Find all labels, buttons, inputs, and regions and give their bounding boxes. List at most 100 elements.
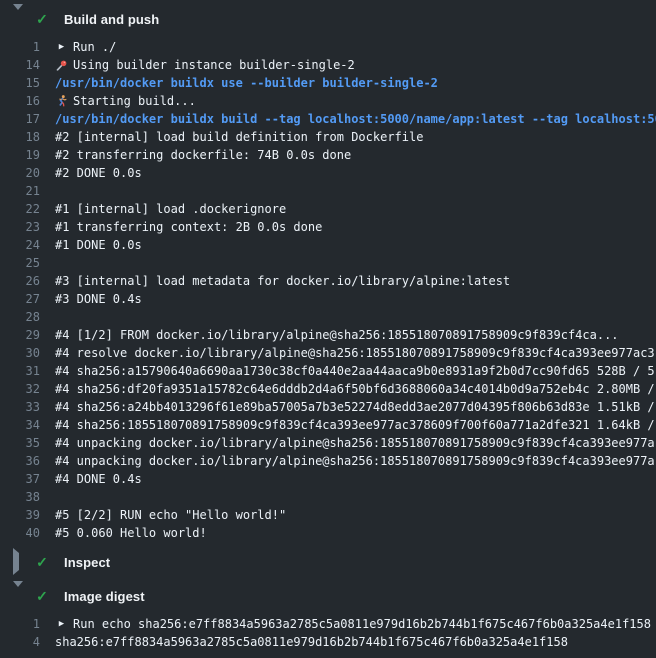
log-group: ✓ Image digest 1 ▶ Run echo sha256:e7ff88… [0, 586, 656, 651]
log-line[interactable]: 15 /usr/bin/docker buildx use --builder … [0, 74, 656, 92]
line-text: /usr/bin/docker buildx build --tag local… [55, 110, 656, 128]
line-number[interactable]: 15 [0, 74, 40, 92]
log-line[interactable]: 35 #4 unpacking docker.io/library/alpine… [0, 434, 656, 452]
line-number[interactable]: 17 [0, 110, 40, 128]
log-line[interactable]: 29 #4 [1/2] FROM docker.io/library/alpin… [0, 326, 656, 344]
line-text: #1 DONE 0.0s [55, 236, 142, 254]
line-number[interactable]: 35 [0, 434, 40, 452]
log-line[interactable]: 4 sha256:e7ff8834a5963a2785c5a0811e979d1… [0, 633, 656, 651]
log-line[interactable]: 31 #4 sha256:a15790640a6690aa1730c38cf0a… [0, 362, 656, 380]
line-number[interactable]: 29 [0, 326, 40, 344]
line-number[interactable]: 1 [0, 615, 40, 633]
line-number[interactable]: 38 [0, 488, 40, 506]
line-number[interactable]: 1 [0, 38, 40, 56]
log-line[interactable]: 17 /usr/bin/docker buildx build --tag lo… [0, 110, 656, 128]
line-number[interactable]: 22 [0, 200, 40, 218]
log-line[interactable]: 40 #5 0.060 Hello world! [0, 524, 656, 542]
line-number[interactable]: 32 [0, 380, 40, 398]
log-group-header[interactable]: ✓ Image digest [0, 586, 656, 606]
pushpin-icon [55, 58, 68, 72]
log-line[interactable]: 36 #4 unpacking docker.io/library/alpine… [0, 452, 656, 470]
line-number[interactable]: 28 [0, 308, 40, 326]
line-number[interactable]: 26 [0, 272, 40, 290]
log-line[interactable]: 20 #2 DONE 0.0s [0, 164, 656, 182]
line-number[interactable]: 37 [0, 470, 40, 488]
play-icon[interactable]: ▶ [55, 617, 68, 631]
line-number[interactable]: 40 [0, 524, 40, 542]
line-number[interactable]: 16 [0, 92, 40, 110]
line-number[interactable]: 33 [0, 398, 40, 416]
line-number[interactable]: 18 [0, 128, 40, 146]
log-line[interactable]: 14 Using builder instance builder-single… [0, 56, 656, 74]
log-group-header[interactable]: ✓ Build and push [0, 9, 656, 29]
line-text: #4 [1/2] FROM docker.io/library/alpine@s… [55, 326, 619, 344]
line-text: #4 sha256:a15790640a6690aa1730c38cf0a440… [55, 362, 655, 380]
log-group-title[interactable]: Inspect [64, 555, 110, 570]
line-text: sha256:e7ff8834a5963a2785c5a0811e979d16b… [55, 633, 568, 651]
log-line[interactable]: 19 #2 transferring dockerfile: 74B 0.0s … [0, 146, 656, 164]
log-line[interactable]: 26 #3 [internal] load metadata for docke… [0, 272, 656, 290]
log-group-title[interactable]: Build and push [64, 12, 159, 27]
log-group: ✓ Build and push 1 ▶Run ./ 14 Using buil… [0, 9, 656, 542]
log-lines: 1 ▶Run ./ 14 Using builder instance buil… [0, 29, 656, 542]
log-line[interactable]: 25 [0, 254, 656, 272]
log-lines: 1 ▶ Run echo sha256:e7ff8834a5963a2785c5a… [0, 606, 656, 651]
play-icon[interactable]: ▶ [55, 40, 68, 54]
line-number[interactable]: 34 [0, 416, 40, 434]
line-text: #5 0.060 Hello world! [55, 524, 207, 542]
log-line[interactable]: 16 Starting build... [0, 92, 656, 110]
line-text: #1 transferring context: 2B 0.0s done [55, 218, 322, 236]
line-number[interactable]: 4 [0, 633, 40, 651]
log-line[interactable]: 33 #4 sha256:a24bb4013296f61e89ba57005a7… [0, 398, 656, 416]
line-text: Using builder instance builder-single-2 [73, 56, 355, 74]
workflow-log-viewer: ✓ Build and push 1 ▶Run ./ 14 Using buil… [0, 0, 656, 658]
line-number[interactable]: 25 [0, 254, 40, 272]
line-text: #2 [internal] load build definition from… [55, 128, 423, 146]
log-line[interactable]: 18 #2 [internal] load build definition f… [0, 128, 656, 146]
log-line[interactable]: 1 ▶Run ./ [0, 38, 656, 56]
log-line[interactable]: 34 #4 sha256:185518070891758909c9f839cf4… [0, 416, 656, 434]
line-number[interactable]: 21 [0, 182, 40, 200]
log-line[interactable]: 27 #3 DONE 0.4s [0, 290, 656, 308]
log-line[interactable]: 23 #1 transferring context: 2B 0.0s done [0, 218, 656, 236]
log-group-title[interactable]: Image digest [64, 589, 145, 604]
line-text: Starting build... [73, 92, 196, 110]
log-line[interactable]: 1 ▶ Run echo sha256:e7ff8834a5963a2785c5a… [0, 615, 656, 633]
chevron-down-icon[interactable] [13, 587, 23, 605]
check-success-icon: ✓ [35, 589, 49, 603]
line-number[interactable]: 31 [0, 362, 40, 380]
log-line[interactable]: 24 #1 DONE 0.0s [0, 236, 656, 254]
line-text: #3 [internal] load metadata for docker.i… [55, 272, 510, 290]
log-line[interactable]: 30 #4 resolve docker.io/library/alpine@s… [0, 344, 656, 362]
line-text: #4 unpacking docker.io/library/alpine@sh… [55, 452, 655, 470]
log-line[interactable]: 21 [0, 182, 656, 200]
log-line[interactable]: 22 #1 [internal] load .dockerignore [0, 200, 656, 218]
line-text: #2 DONE 0.0s [55, 164, 142, 182]
line-number[interactable]: 20 [0, 164, 40, 182]
line-number[interactable]: 23 [0, 218, 40, 236]
log-group: ✓ Inspect [0, 552, 656, 572]
line-text: #4 sha256:a24bb4013296f61e89ba57005a7b3e… [55, 398, 655, 416]
line-number[interactable]: 30 [0, 344, 40, 362]
log-line[interactable]: 39 #5 [2/2] RUN echo "Hello world!" [0, 506, 656, 524]
log-line[interactable]: 28 [0, 308, 656, 326]
line-number[interactable]: 27 [0, 290, 40, 308]
line-number[interactable]: 14 [0, 56, 40, 74]
chevron-right-icon[interactable] [13, 553, 23, 571]
line-text: Run echo sha256:e7ff8834a5963a2785c5a081… [73, 615, 651, 633]
check-success-icon: ✓ [35, 555, 49, 569]
log-groups: ✓ Build and push 1 ▶Run ./ 14 Using buil… [0, 9, 656, 651]
line-number[interactable]: 24 [0, 236, 40, 254]
line-number[interactable]: 39 [0, 506, 40, 524]
line-text: #4 sha256:185518070891758909c9f839cf4ca3… [55, 416, 655, 434]
log-line[interactable]: 32 #4 sha256:df20fa9351a15782c64e6dddb2d… [0, 380, 656, 398]
log-line[interactable]: 38 [0, 488, 656, 506]
line-text: #1 [internal] load .dockerignore [55, 200, 286, 218]
line-number[interactable]: 19 [0, 146, 40, 164]
log-line[interactable]: 37 #4 DONE 0.4s [0, 470, 656, 488]
line-number[interactable]: 36 [0, 452, 40, 470]
chevron-down-icon[interactable] [13, 10, 23, 28]
log-group-header[interactable]: ✓ Inspect [0, 552, 656, 572]
line-text: #4 resolve docker.io/library/alpine@sha2… [55, 344, 655, 362]
runner-icon [55, 94, 68, 108]
